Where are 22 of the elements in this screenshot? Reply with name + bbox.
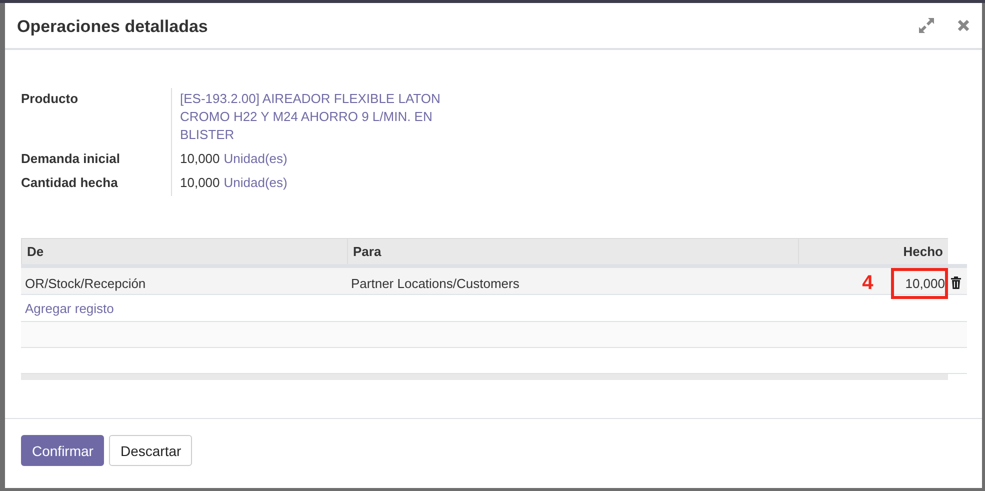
confirm-button[interactable]: Confirmar bbox=[21, 435, 104, 466]
product-link[interactable]: [ES-193.2.00] AIREADOR FLEXIBLE LATON CROMO H22 Y M24 AHORRO 9 L/MIN. EN BLISTER bbox=[180, 90, 455, 144]
field-label: Demanda inicial bbox=[21, 150, 121, 168]
trash-icon[interactable] bbox=[950, 276, 962, 288]
field-label: Cantidad hecha bbox=[21, 174, 119, 192]
field-label: Producto bbox=[21, 90, 80, 108]
field-value: 10,000 bbox=[180, 151, 220, 166]
table-cell-text: Partner Locations/Customers bbox=[350, 276, 520, 291]
table-cell-text: OR/Stock/Recepción bbox=[24, 276, 147, 291]
column-header[interactable]: Hecho bbox=[798, 238, 948, 264]
column-header[interactable]: Para bbox=[347, 238, 798, 264]
annotation-number: 4 bbox=[862, 272, 874, 295]
expand-icon[interactable] bbox=[918, 17, 935, 34]
dialog-title: Operaciones detalladas bbox=[17, 16, 209, 36]
discard-button[interactable]: Descartar bbox=[109, 435, 192, 466]
column-header[interactable]: De bbox=[21, 238, 347, 264]
close-icon[interactable] bbox=[957, 19, 970, 32]
field-value: 10,000 bbox=[180, 175, 220, 190]
add-line-link[interactable]: Agregar registo bbox=[21, 300, 347, 316]
unit-link[interactable]: Unidad(es) bbox=[224, 151, 288, 166]
table-cell: 10,000 bbox=[905, 276, 945, 291]
unit-link[interactable]: Unidad(es) bbox=[224, 175, 288, 190]
